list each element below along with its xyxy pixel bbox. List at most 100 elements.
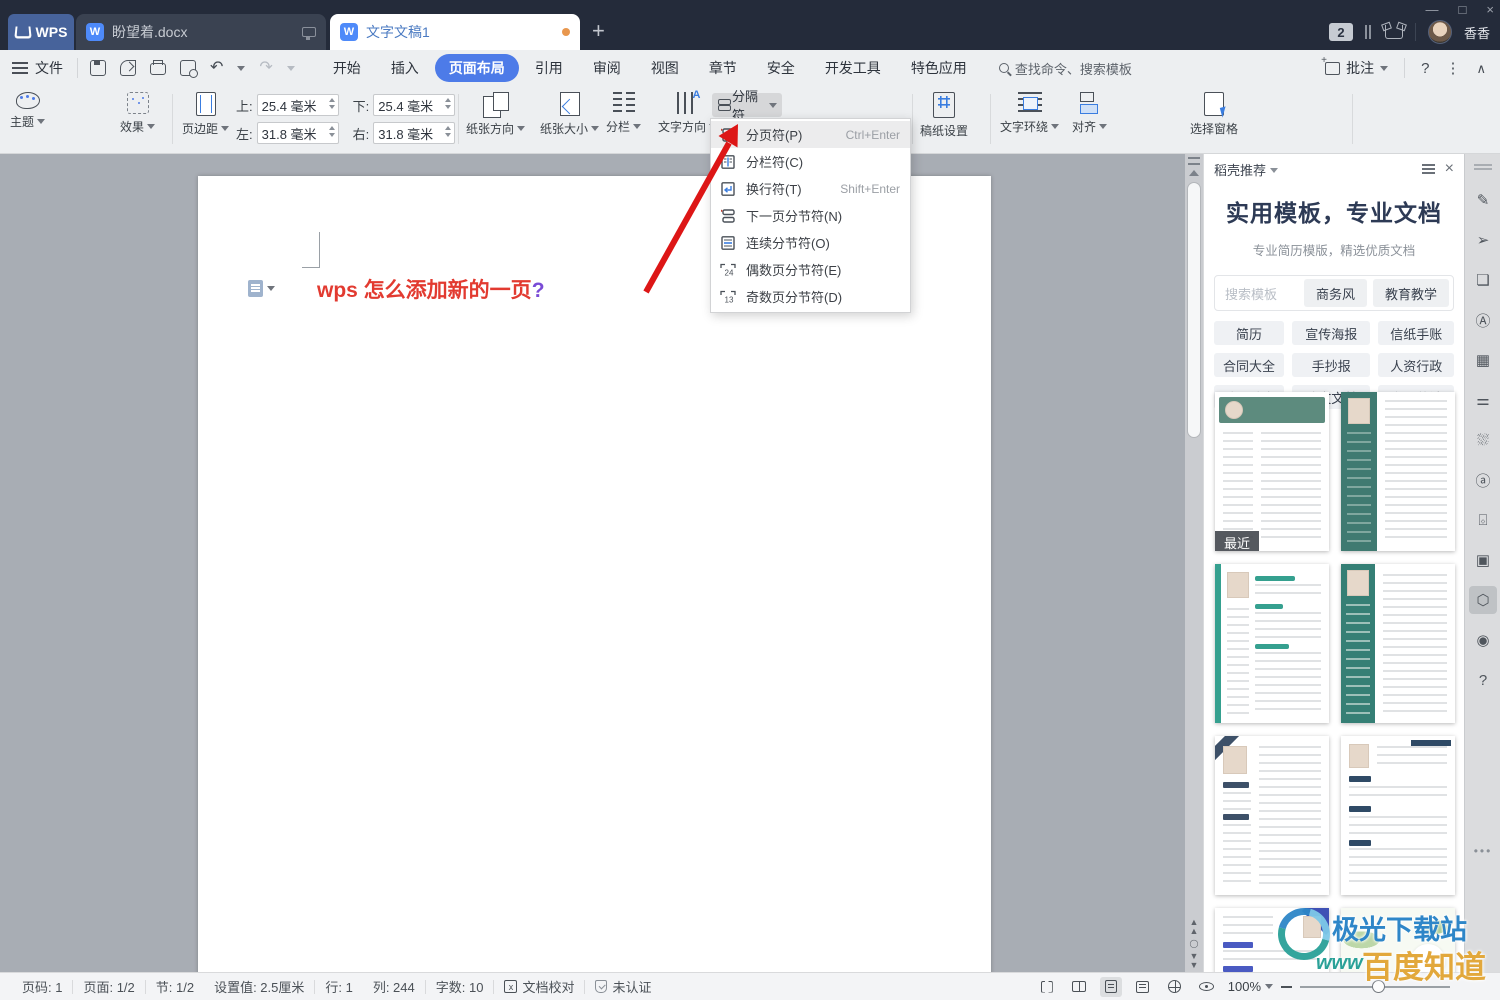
status-section[interactable]: 节: 1/2 <box>146 977 204 996</box>
archive-box-icon[interactable]: ⌺ <box>1469 506 1497 534</box>
template-thumbnail[interactable] <box>1341 736 1455 895</box>
tab-section[interactable]: 章节 <box>695 54 751 82</box>
status-page-number[interactable]: 页码: 1 <box>12 977 72 996</box>
pen-edit-icon[interactable]: ✎ <box>1469 186 1497 214</box>
page-view-button[interactable] <box>1100 977 1122 997</box>
align-button[interactable]: 对齐 <box>1072 92 1107 135</box>
wordart-icon[interactable]: Ⓐ <box>1469 306 1497 334</box>
paper-orientation-button[interactable]: 纸张方向 <box>466 92 525 137</box>
scroll-up-arrow[interactable] <box>1189 170 1199 176</box>
status-page-count[interactable]: 页面: 1/2 <box>73 977 144 996</box>
search-tab-business[interactable]: 商务风 <box>1304 279 1367 307</box>
theme-button[interactable]: 主题 <box>10 92 45 130</box>
paper-grid-setup-button[interactable]: 稿纸设置 <box>920 92 968 139</box>
margins-button[interactable]: 页边距 <box>182 92 229 137</box>
selection-pane-button[interactable]: 选择窗格 <box>1190 92 1238 137</box>
margin-right-input[interactable]: 31.8 毫米 <box>373 122 455 144</box>
document-tab-active[interactable]: W 文字文稿1 <box>330 14 580 50</box>
tag-contracts[interactable]: 合同大全 <box>1214 353 1284 377</box>
print-preview-icon[interactable] <box>180 60 196 76</box>
zoom-level[interactable]: 100% <box>1228 979 1273 994</box>
margin-left-input[interactable]: 31.8 毫米 <box>257 122 339 144</box>
undo-icon[interactable]: ↶ <box>210 60 223 76</box>
table-icon[interactable]: ▦ <box>1469 346 1497 374</box>
menu-item-continuous-section-break[interactable]: 连续分节符(O) <box>711 229 910 256</box>
document-area[interactable]: wps 怎么添加新的一页? <box>0 154 1185 972</box>
collapse-ribbon-button[interactable]: ∧ <box>1476 62 1486 75</box>
menu-item-page-break[interactable]: 分页符(P)Ctrl+Enter <box>711 121 910 148</box>
menu-item-even-page-section-break[interactable]: 24 偶数页分节符(E) <box>711 256 910 283</box>
zoom-slider-handle[interactable] <box>1372 980 1385 993</box>
comment-button[interactable]: 批注 <box>1325 58 1388 78</box>
shapes-icon[interactable]: ❏ <box>1469 266 1497 294</box>
minimize-button[interactable]: — <box>1426 2 1439 17</box>
status-not-certified[interactable]: 未认证 <box>585 977 661 996</box>
avatar[interactable] <box>1428 20 1452 44</box>
picture-icon[interactable]: ▣ <box>1469 546 1497 574</box>
more-caret-icon[interactable] <box>287 66 295 71</box>
tab-special-apps[interactable]: 特色应用 <box>897 54 981 82</box>
menu-item-column-break[interactable]: 分栏符(C) <box>711 148 910 175</box>
zoom-slider[interactable] <box>1300 986 1450 988</box>
tab-review[interactable]: 审阅 <box>579 54 635 82</box>
spinner-arrows[interactable] <box>445 98 451 109</box>
wk-library-icon[interactable]: ◉ <box>1469 626 1497 654</box>
search-tab-education[interactable]: 教育教学 <box>1373 279 1449 307</box>
template-thumbnail[interactable] <box>1215 736 1329 895</box>
vertical-scrollbar[interactable]: ▲▲ ◯ ▼▼ <box>1185 154 1203 972</box>
file-menu-button[interactable]: 文件 <box>0 50 77 86</box>
export-icon[interactable] <box>120 60 136 76</box>
tab-references[interactable]: 引用 <box>521 54 577 82</box>
status-setting-value[interactable]: 设置值: 2.5厘米 <box>204 977 314 996</box>
wps-home-button[interactable]: WPS <box>8 14 74 50</box>
margin-bottom-input[interactable]: 25.4 毫米 <box>373 94 455 116</box>
next-page-button[interactable]: ▼▼ <box>1185 952 1203 970</box>
help-circle-icon[interactable]: ? <box>1469 666 1497 694</box>
web-view-button[interactable] <box>1164 977 1186 997</box>
new-tab-button[interactable]: + <box>592 18 605 44</box>
select-cursor-icon[interactable]: ➢ <box>1469 226 1497 254</box>
template-thumbnail[interactable] <box>1215 908 1329 972</box>
template-search-placeholder[interactable]: 搜索模板 <box>1225 284 1298 303</box>
breaks-button[interactable]: 分隔符 <box>712 93 782 117</box>
spinner-arrows[interactable] <box>329 98 335 109</box>
tag-poster[interactable]: 宣传海报 <box>1292 321 1370 345</box>
status-word-count[interactable]: 字数: 10 <box>426 977 494 996</box>
message-count-badge[interactable]: 2 <box>1329 23 1353 41</box>
tab-dev-tools[interactable]: 开发工具 <box>811 54 895 82</box>
document-tab-inactive[interactable]: W 盼望着.docx <box>76 14 326 50</box>
template-search-box[interactable]: 搜索模板 商务风 教育教学 <box>1214 275 1454 311</box>
tab-page-layout[interactable]: 页面布局 <box>435 54 519 82</box>
menu-item-next-page-section-break[interactable]: 下一页分节符(N) <box>711 202 910 229</box>
tab-view[interactable]: 视图 <box>637 54 693 82</box>
help-button[interactable]: ? <box>1421 61 1429 76</box>
eye-protection-button[interactable] <box>1196 977 1218 997</box>
maximize-button[interactable]: □ <box>1459 2 1467 17</box>
status-line[interactable]: 行: 1 <box>315 977 362 996</box>
ruler-toggle-icon[interactable] <box>1188 157 1200 165</box>
zoom-out-button[interactable] <box>1281 986 1292 988</box>
scrollbar-thumb[interactable] <box>1187 182 1201 438</box>
resource-download-icon[interactable]: ⬡ <box>1469 586 1497 614</box>
print-icon[interactable] <box>150 63 166 75</box>
columns-button[interactable]: 分栏 <box>606 92 641 135</box>
more-options-button[interactable]: ⋮ <box>1445 61 1460 76</box>
template-thumbnail[interactable] <box>1341 392 1455 551</box>
command-search[interactable]: 查找命令、搜索模板 <box>999 59 1132 78</box>
fit-window-view-button[interactable] <box>1036 977 1058 997</box>
tag-hr-admin[interactable]: 人资行政 <box>1378 353 1454 377</box>
tag-handcopy[interactable]: 手抄报 <box>1292 353 1370 377</box>
paragraph-layout-button[interactable] <box>248 280 275 297</box>
tab-insert[interactable]: 插入 <box>377 54 433 82</box>
panel-drag-handle[interactable] <box>1474 164 1492 166</box>
more-tools-button[interactable]: ••• <box>1465 844 1500 858</box>
tab-security[interactable]: 安全 <box>753 54 809 82</box>
template-thumbnail[interactable] <box>1341 908 1455 972</box>
list-view-icon[interactable] <box>1422 164 1435 166</box>
tag-stationery[interactable]: 信纸手账 <box>1378 321 1454 345</box>
undo-caret-icon[interactable] <box>237 66 245 71</box>
menu-item-odd-page-section-break[interactable]: 13 奇数页分节符(D) <box>711 283 910 310</box>
close-button[interactable]: × <box>1486 2 1494 17</box>
redo-icon[interactable]: ↷ <box>259 60 272 76</box>
spinner-arrows[interactable] <box>445 126 451 137</box>
